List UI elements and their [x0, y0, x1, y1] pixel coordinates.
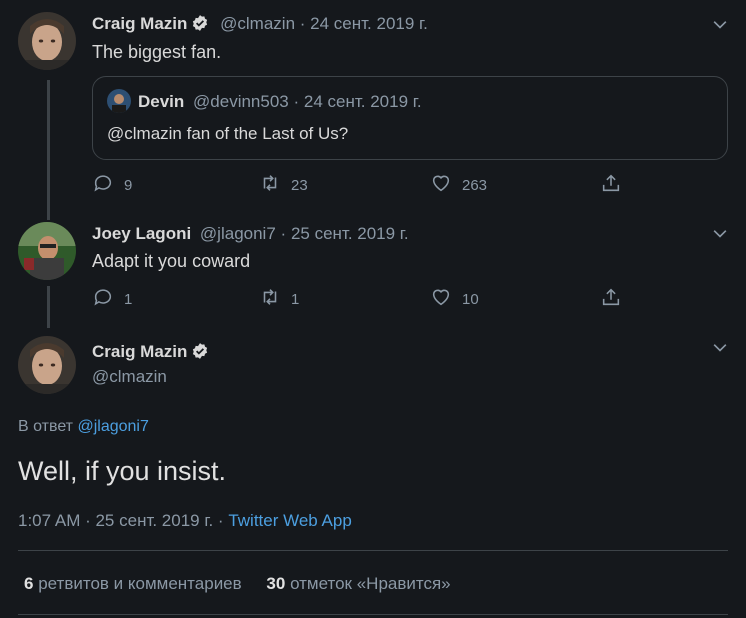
tweet-header: Joey Lagoni @jlagoni7 · 25 сент. 2019 г. [92, 224, 409, 244]
retweet-button[interactable]: 1 [259, 286, 299, 312]
speech-bubble-icon [92, 286, 114, 312]
reply-context: В ответ @jlagoni7 [18, 418, 149, 436]
tweet-meta: 1:07 AM · 25 сент. 2019 г. · Twitter Web… [18, 511, 352, 531]
author-handle[interactable]: @jlagoni7 [200, 224, 276, 243]
reply-prefix: В ответ [18, 418, 74, 435]
reply-count: 9 [124, 176, 133, 194]
author-handle[interactable]: @clmazin [92, 367, 167, 387]
quote-author-name: Devin [138, 92, 185, 111]
retweet-count: 23 [291, 176, 308, 194]
tweet-header: Craig Mazin @clmazin · 24 сент. 2019 г. [92, 14, 428, 34]
chevron-down-icon[interactable] [710, 15, 730, 35]
main-tweet-text: Well, if you insist. [18, 456, 227, 486]
quote-date: 24 сент. 2019 г. [303, 92, 422, 111]
reply-to-link[interactable]: @jlagoni7 [77, 418, 148, 435]
quote-header: Devin @devinn503 · 24 сент. 2019 г. [138, 92, 422, 112]
quote-avatar [107, 89, 131, 113]
thread-line [47, 80, 50, 220]
quote-text: @clmazin fan of the Last of Us? [107, 124, 349, 143]
chevron-down-icon[interactable] [710, 224, 730, 244]
avatar[interactable] [18, 336, 76, 394]
likes-stat[interactable]: 30 отметок «Нравится» [266, 574, 450, 593]
heart-icon [430, 286, 452, 312]
tweet-text: Adapt it you coward [92, 251, 251, 271]
reply-button[interactable]: 1 [92, 286, 132, 312]
divider [18, 550, 728, 551]
speech-bubble-icon [92, 172, 114, 198]
author-handle[interactable]: @clmazin [220, 14, 295, 33]
reply-count: 1 [124, 290, 133, 308]
retweet-button[interactable]: 23 [259, 172, 308, 198]
retweets-label: ретвитов и комментариев [38, 574, 242, 593]
author-name[interactable]: Craig Mazin [92, 14, 187, 33]
reply-button[interactable]: 9 [92, 172, 132, 198]
retweet-icon [259, 286, 281, 312]
divider [18, 614, 728, 615]
like-button[interactable]: 263 [430, 172, 487, 198]
tweet-text: The biggest fan. [92, 42, 222, 62]
likes-label: отметок «Нравится» [290, 574, 451, 593]
engagement-stats: 6 ретвитов и комментариев 30 отметок «Нр… [24, 574, 451, 594]
author-name[interactable]: Joey Lagoni [92, 224, 191, 243]
tweet-timestamp[interactable]: 1:07 AM · 25 сент. 2019 г. · [18, 511, 224, 530]
separator: · [293, 92, 300, 111]
quoted-tweet[interactable] [92, 76, 728, 160]
quote-author-handle: @devinn503 [193, 92, 289, 111]
share-icon [600, 286, 622, 312]
tweet-date[interactable]: 25 сент. 2019 г. [291, 224, 409, 243]
retweet-icon [259, 172, 281, 198]
share-icon [600, 172, 622, 198]
like-count: 10 [462, 290, 479, 308]
tweet-date[interactable]: 24 сент. 2019 г. [310, 14, 428, 33]
share-button[interactable] [600, 172, 622, 198]
retweets-count: 6 [24, 574, 34, 593]
main-author[interactable]: Craig Mazin [92, 342, 209, 362]
separator: · [299, 14, 306, 33]
heart-icon [430, 172, 452, 198]
like-button[interactable]: 10 [430, 286, 479, 312]
chevron-down-icon[interactable] [710, 338, 730, 358]
separator: · [280, 224, 287, 243]
retweet-count: 1 [291, 290, 300, 308]
source-link[interactable]: Twitter Web App [228, 511, 351, 530]
retweets-stat[interactable]: 6 ретвитов и комментариев [24, 574, 246, 593]
thread-line [47, 286, 50, 328]
like-count: 263 [462, 176, 488, 194]
avatar[interactable] [18, 12, 76, 70]
verified-badge-icon [191, 342, 209, 360]
verified-badge-icon [191, 14, 209, 32]
share-button[interactable] [600, 286, 622, 312]
likes-count: 30 [266, 574, 286, 593]
avatar[interactable] [18, 222, 76, 280]
author-name[interactable]: Craig Mazin [92, 342, 187, 361]
